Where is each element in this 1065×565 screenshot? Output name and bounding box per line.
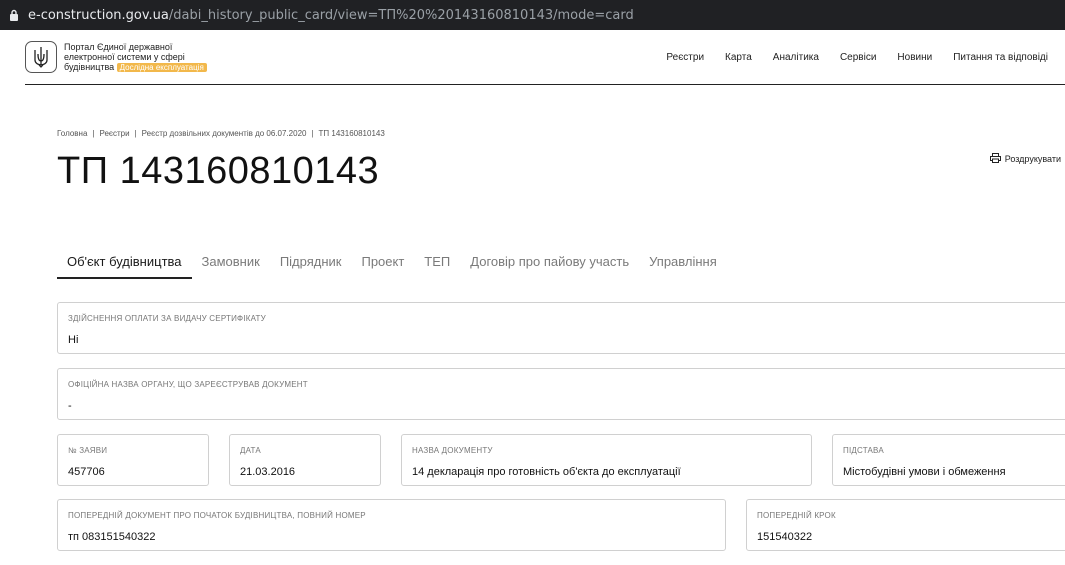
field-value: 14 декларація про готовність об'єкта до …: [412, 466, 681, 478]
field-label: Попередній крок: [757, 511, 836, 520]
page-title: ТП 143160810143: [57, 150, 380, 192]
basis-field: Підстава Містобудівні умови і обмеження: [832, 434, 1065, 486]
tab-tep[interactable]: ТЕП: [414, 248, 460, 279]
field-label: Попередній документ про початок будівниц…: [68, 511, 366, 520]
field-value: -: [68, 400, 72, 412]
url-path: /dabi_history_public_card/view=ТП%20%201…: [168, 7, 634, 23]
tab-management[interactable]: Управління: [639, 248, 727, 279]
previous-step-field: Попередній крок 151540322: [746, 499, 1065, 551]
brand-line: будівництва: [64, 61, 115, 72]
nav-item-faq[interactable]: Питання та відповіді: [953, 52, 1048, 63]
breadcrumb-registry[interactable]: Реєстр дозвільних документів до 06.07.20…: [142, 129, 307, 138]
document-name-field: Назва документу 14 декларація про готовн…: [401, 434, 812, 486]
nav-item-registries[interactable]: Реєстри: [666, 52, 704, 63]
browser-address-bar[interactable]: e-construction.gov.ua/dabi_history_publi…: [0, 0, 1065, 30]
field-label: Офіційна назва органу, що зареєстрував д…: [68, 380, 308, 389]
tab-equity-agreement[interactable]: Договір про пайову участь: [460, 248, 639, 279]
print-label: Роздрукувати: [1004, 154, 1061, 164]
breadcrumb-separator: |: [311, 129, 314, 138]
field-label: № заяви: [68, 446, 108, 455]
portal-brand[interactable]: Портал Єдиної державної електронної сист…: [64, 42, 234, 73]
field-value: 457706: [68, 466, 105, 478]
tab-construction-object[interactable]: Об'єкт будівництва: [57, 248, 192, 279]
field-value: 21.03.2016: [240, 466, 296, 478]
field-value: Містобудівні умови і обмеження: [843, 466, 1006, 478]
breadcrumb-separator: |: [134, 129, 137, 138]
date-field: Дата 21.03.2016: [229, 434, 381, 486]
previous-document-field: Попередній документ про початок будівниц…: [57, 499, 726, 551]
field-value: 151540322: [757, 531, 813, 543]
breadcrumb: Головна | Реєстри | Реєстр дозвільних докуме…: [57, 129, 385, 138]
tab-customer[interactable]: Замовник: [192, 248, 270, 279]
breadcrumb-current: ТП 143160810143: [318, 129, 385, 138]
breadcrumb-registries[interactable]: Реєстри: [99, 129, 129, 138]
trident-logo-icon[interactable]: [25, 41, 57, 73]
nav-item-news[interactable]: Новини: [897, 52, 932, 63]
print-button[interactable]: Роздрукувати: [989, 153, 1061, 165]
url-text[interactable]: e-construction.gov.ua/dabi_history_publi…: [28, 8, 634, 23]
main-nav: Реєстри Карта Аналітика Сервіси Новини П…: [666, 30, 1048, 85]
field-value: Ні: [68, 334, 79, 346]
field-value: тп 083151540322: [68, 531, 156, 543]
brand-line: електронної системи у сфері: [64, 51, 185, 62]
breadcrumb-separator: |: [92, 129, 95, 138]
site-header: Портал Єдиної державної електронної сист…: [25, 30, 1065, 85]
tab-contractor[interactable]: Підрядник: [270, 248, 352, 279]
field-label: Здійснення оплати за видачу сертифікату: [68, 314, 266, 323]
registering-authority-field: Офіційна назва органу, що зареєстрував д…: [57, 368, 1065, 420]
beta-badge: Дослідна експлуатація: [116, 62, 207, 72]
payment-field: Здійснення оплати за видачу сертифікату …: [57, 302, 1065, 354]
tab-bar: Об'єкт будівництва Замовник Підрядник Пр…: [57, 248, 727, 279]
breadcrumb-home[interactable]: Головна: [57, 129, 87, 138]
url-host: e-construction.gov.ua: [28, 7, 169, 23]
nav-item-analytics[interactable]: Аналітика: [773, 52, 819, 63]
printer-icon: [989, 153, 1001, 165]
tab-project[interactable]: Проект: [351, 248, 414, 279]
field-label: Назва документу: [412, 446, 493, 455]
field-label: Дата: [240, 446, 261, 455]
field-label: Підстава: [843, 446, 884, 455]
brand-line: Портал Єдиної державної: [64, 41, 173, 52]
nav-item-map[interactable]: Карта: [725, 52, 752, 63]
application-number-field: № заяви 457706: [57, 434, 209, 486]
lock-icon: [0, 9, 28, 21]
nav-item-services[interactable]: Сервіси: [840, 52, 876, 63]
